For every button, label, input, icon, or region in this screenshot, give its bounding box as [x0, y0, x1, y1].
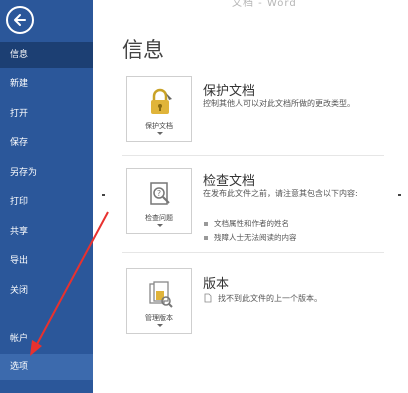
annotation-arrow — [30, 211, 109, 356]
